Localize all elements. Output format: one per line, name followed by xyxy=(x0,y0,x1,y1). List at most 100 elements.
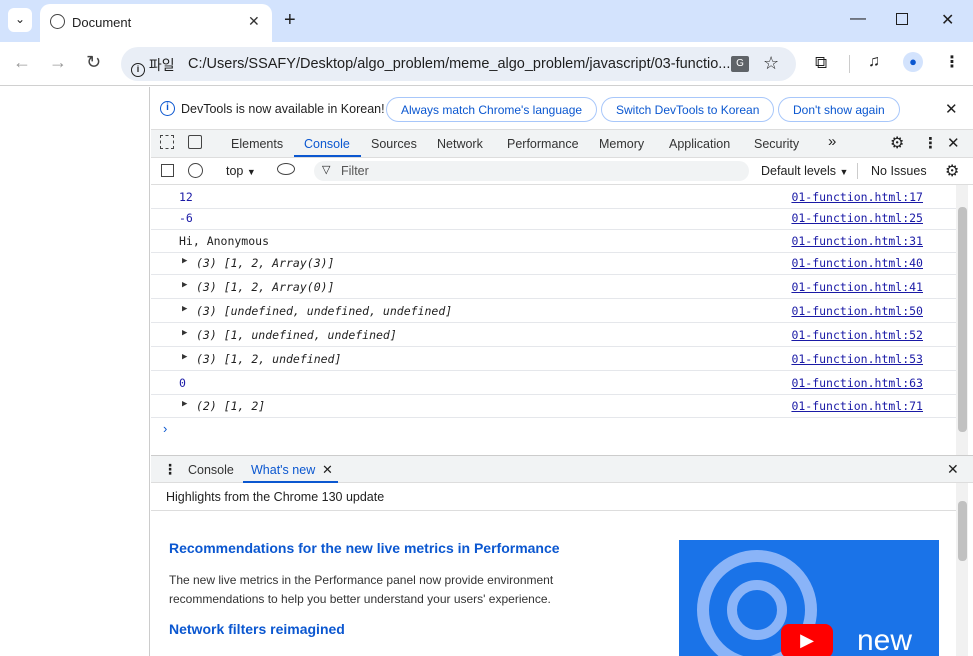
source-link[interactable]: 01-function.html:17 xyxy=(791,190,923,204)
expand-caret-icon[interactable]: ▶ xyxy=(182,280,187,290)
source-link[interactable]: 01-function.html:31 xyxy=(791,234,923,248)
expand-caret-icon[interactable]: ▶ xyxy=(182,304,187,314)
drawer-tab-console[interactable]: Console xyxy=(188,463,234,477)
close-infobar-icon[interactable]: ✕ xyxy=(945,100,958,118)
tab-performance[interactable]: Performance xyxy=(507,137,579,151)
devtools-panel: i DevTools is now available in Korean! A… xyxy=(151,87,973,656)
console-row[interactable]: ▶ (2) [1, 2] 01-function.html:71 xyxy=(151,394,956,418)
sidebar-toggle-icon[interactable] xyxy=(161,164,174,177)
globe-icon xyxy=(50,14,65,29)
settings-gear-icon[interactable]: ⚙ xyxy=(890,133,904,153)
close-window-icon[interactable]: ✕ xyxy=(941,10,954,30)
url-text[interactable]: C:/Users/SSAFY/Desktop/algo_problem/meme… xyxy=(188,56,730,72)
video-thumbnail[interactable]: ▶ new xyxy=(679,540,939,656)
console-prompt-icon[interactable]: › xyxy=(163,421,167,436)
switch-to-korean-button[interactable]: Switch DevTools to Korean xyxy=(601,97,775,122)
console-row[interactable]: ▶ (3) [1, 2, Array(3)] 01-function.html:40 xyxy=(151,251,956,275)
console-message: 0 xyxy=(179,376,186,390)
console-row[interactable]: ▶ (3) [1, 2, Array(0)] 01-function.html:41 xyxy=(151,275,956,299)
close-drawer-tab-icon[interactable]: ✕ xyxy=(322,462,333,478)
info-icon: i xyxy=(160,101,175,116)
feature-heading[interactable]: Recommendations for the new live metrics… xyxy=(169,540,560,556)
feature-heading[interactable]: Network filters reimagined xyxy=(169,621,345,637)
clear-console-icon[interactable] xyxy=(188,163,203,178)
source-link[interactable]: 01-function.html:40 xyxy=(791,256,923,270)
source-link[interactable]: 01-function.html:52 xyxy=(791,328,923,342)
source-link[interactable]: 01-function.html:41 xyxy=(791,280,923,294)
profile-avatar[interactable]: ● xyxy=(903,52,923,72)
tab-console[interactable]: Console xyxy=(304,137,350,151)
devtools-menu-icon[interactable]: ⋮ xyxy=(923,134,938,152)
chrome-logo-graphic xyxy=(727,580,787,640)
console-settings-gear-icon[interactable]: ⚙ xyxy=(945,161,959,181)
bookmark-star-icon[interactable]: ☆ xyxy=(763,53,779,74)
media-control-icon[interactable]: ♫ xyxy=(868,53,880,71)
browser-tab[interactable]: Document ✕ xyxy=(40,4,272,42)
close-drawer-icon[interactable]: ✕ xyxy=(947,461,959,478)
always-match-language-button[interactable]: Always match Chrome's language xyxy=(386,97,598,122)
console-filterbar: top ▼ ▽ Filter Default levels ▼ No Issue… xyxy=(151,158,973,185)
source-link[interactable]: 01-function.html:53 xyxy=(791,352,923,366)
tab-application[interactable]: Application xyxy=(669,137,730,151)
menu-kebab-icon[interactable]: ⋮ xyxy=(944,52,960,72)
info-icon: i xyxy=(131,63,145,77)
more-tabs-icon[interactable]: » xyxy=(828,133,836,150)
console-message: -6 xyxy=(179,211,193,225)
tab-memory[interactable]: Memory xyxy=(599,137,644,151)
source-link[interactable]: 01-function.html:50 xyxy=(791,304,923,318)
new-tab-button[interactable]: + xyxy=(284,9,296,32)
close-devtools-icon[interactable]: ✕ xyxy=(947,134,960,152)
minimize-icon[interactable]: — xyxy=(850,10,866,28)
expand-caret-icon[interactable]: ▶ xyxy=(182,399,187,409)
console-scrollbar[interactable] xyxy=(956,185,968,455)
translate-icon[interactable]: G xyxy=(731,56,749,72)
issues-button[interactable]: No Issues xyxy=(871,164,927,178)
log-levels-label: Default levels xyxy=(761,164,837,178)
source-link[interactable]: 01-function.html:25 xyxy=(791,211,923,225)
context-selector[interactable]: top ▼ xyxy=(226,164,256,178)
device-toolbar-icon[interactable] xyxy=(188,135,202,149)
expand-caret-icon[interactable]: ▶ xyxy=(182,256,187,266)
close-tab-icon[interactable]: ✕ xyxy=(248,13,260,30)
devtools-tabbar: Elements Console Sources Network Perform… xyxy=(151,130,973,158)
active-tab-indicator xyxy=(294,155,361,157)
expand-caret-icon[interactable]: ▶ xyxy=(182,328,187,338)
console-message: 12 xyxy=(179,190,193,204)
reload-icon[interactable]: ↻ xyxy=(86,52,101,73)
inspect-element-icon[interactable] xyxy=(160,135,174,149)
tab-network[interactable]: Network xyxy=(437,137,483,151)
address-bar[interactable]: i 파일 C:/Users/SSAFY/Desktop/algo_problem… xyxy=(121,47,796,81)
maximize-icon[interactable] xyxy=(896,13,908,25)
forward-icon[interactable]: → xyxy=(49,52,67,73)
filter-funnel-icon: ▽ xyxy=(322,164,331,176)
tab-elements[interactable]: Elements xyxy=(231,137,283,151)
console-row[interactable]: ▶ (3) [1, 2, undefined] 01-function.html:5… xyxy=(151,347,956,371)
scrollbar-thumb[interactable] xyxy=(958,501,967,561)
drawer-tab-whats-new[interactable]: What's new xyxy=(251,463,315,477)
source-link[interactable]: 01-function.html:63 xyxy=(791,376,923,390)
back-icon[interactable]: ← xyxy=(13,52,31,73)
divider xyxy=(151,510,956,511)
scrollbar-thumb[interactable] xyxy=(958,207,967,432)
drawer-menu-icon[interactable]: ⋮ xyxy=(163,461,177,478)
console-row: -6 01-function.html:25 xyxy=(151,206,956,230)
extensions-icon[interactable]: ⧉ xyxy=(815,53,827,73)
site-info-button[interactable]: i 파일 xyxy=(131,55,175,77)
log-levels-dropdown[interactable]: Default levels ▼ xyxy=(761,164,848,178)
console-message: Hi, Anonymous xyxy=(179,234,270,248)
console-row[interactable]: ▶ (3) [undefined, undefined, undefined] 01… xyxy=(151,299,956,323)
tab-search-button[interactable]: ⌄ xyxy=(8,8,32,32)
tab-security[interactable]: Security xyxy=(754,137,799,151)
source-link[interactable]: 01-function.html:71 xyxy=(791,399,923,413)
url-scheme: 파일 xyxy=(148,57,175,73)
tab-sources[interactable]: Sources xyxy=(371,137,417,151)
drawer-scrollbar[interactable] xyxy=(956,483,968,656)
console-row[interactable]: ▶ (3) [1, undefined, undefined] 01-functio… xyxy=(151,323,956,347)
browser-toolbar: ← → ↻ i 파일 C:/Users/SSAFY/Desktop/algo_p… xyxy=(0,42,973,86)
expand-caret-icon[interactable]: ▶ xyxy=(182,352,187,362)
play-icon[interactable]: ▶ xyxy=(781,624,833,656)
filter-input[interactable]: ▽ Filter xyxy=(314,161,749,181)
dont-show-again-button[interactable]: Don't show again xyxy=(778,97,900,122)
drawer-tabbar: ⋮ Console What's new ✕ ✕ xyxy=(151,455,973,483)
live-expression-eye-icon[interactable] xyxy=(277,163,295,175)
